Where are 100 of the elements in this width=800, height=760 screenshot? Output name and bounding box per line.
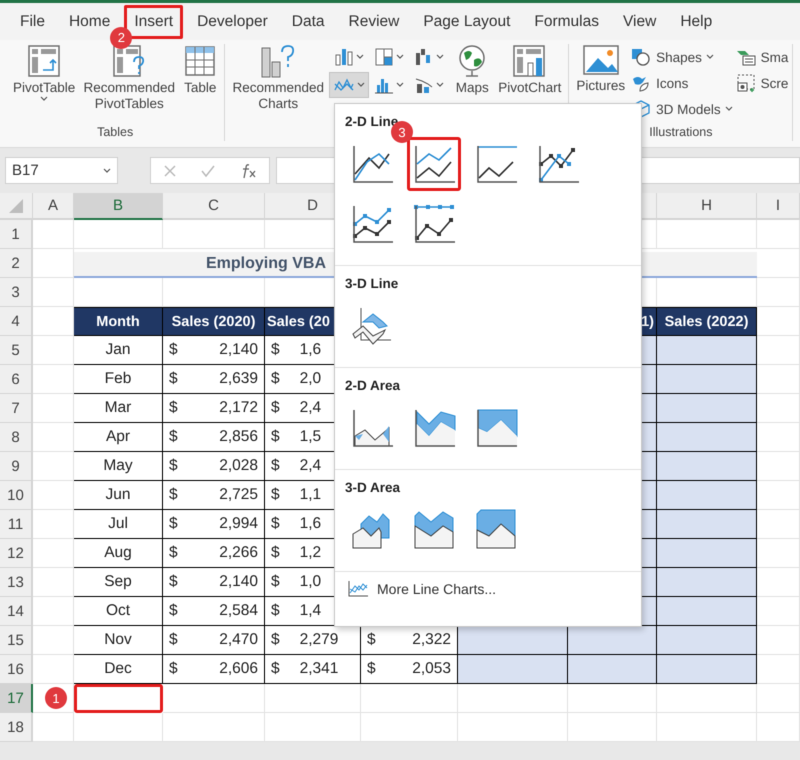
picture-icon: [582, 44, 620, 76]
table-cell: $ 2,140: [163, 336, 265, 365]
row-header[interactable]: 17: [0, 684, 33, 713]
table-cell: $ 2,606: [163, 655, 265, 684]
line-chart-icon: [411, 202, 457, 246]
column-header[interactable]: B: [74, 193, 163, 220]
row-header[interactable]: 1: [0, 220, 33, 249]
table-cell: $ 2,172: [163, 394, 265, 423]
ribbon-tab[interactable]: Page Layout: [413, 4, 520, 38]
select-all-icon[interactable]: [8, 198, 24, 214]
ribbon-tab[interactable]: Help: [670, 4, 722, 38]
row-header[interactable]: 11: [0, 510, 33, 539]
row-header[interactable]: 15: [0, 626, 33, 655]
column-header[interactable]: H: [657, 193, 757, 220]
table-cell: Aug: [74, 539, 163, 568]
grid-cell[interactable]: [657, 713, 757, 742]
table-cell: $ 2,266: [163, 539, 265, 568]
table-cell: Feb: [74, 365, 163, 394]
table-cell: $ 2,470: [163, 626, 265, 655]
table-cell: Nov: [74, 626, 163, 655]
cancel-icon[interactable]: [162, 164, 177, 178]
table-cell: $ 2,584: [163, 597, 265, 626]
chart-option[interactable]: [407, 137, 461, 191]
table-cell: Jul: [74, 510, 163, 539]
pivot-table-icon: [27, 44, 62, 78]
pivot-table-help-icon: [112, 44, 146, 78]
row-header[interactable]: 13: [0, 568, 33, 597]
grid-cell[interactable]: [74, 713, 163, 742]
ribbon-tab[interactable]: File: [10, 4, 55, 38]
row-header[interactable]: 18: [0, 713, 33, 742]
table-cell: Sep: [74, 568, 163, 597]
row-header[interactable]: 4: [0, 307, 33, 336]
ribbon-button[interactable]: Maps: [451, 44, 494, 125]
ribbon-button[interactable]: Icons: [630, 72, 733, 94]
ribbon-tab[interactable]: Data: [282, 4, 335, 38]
ribbon-button[interactable]: Sma: [734, 46, 788, 68]
grid-cell[interactable]: [458, 713, 568, 742]
column-heading: Sales (2020): [163, 307, 265, 336]
column-header[interactable]: A: [33, 193, 74, 220]
ribbon-button[interactable]: Recommended Charts: [229, 44, 328, 125]
step-badge: 1: [45, 687, 67, 709]
grid-cell[interactable]: [33, 713, 74, 742]
ribbon-button[interactable]: PivotChart: [495, 44, 564, 125]
table-cell: $ 2,639: [163, 365, 265, 394]
ribbon-tab[interactable]: Developer: [187, 4, 278, 38]
ribbon-button[interactable]: Table: [180, 44, 220, 125]
step-badge: 2: [110, 26, 132, 48]
row-header[interactable]: 16: [0, 655, 33, 684]
ribbon-button[interactable]: Shapes: [630, 46, 733, 68]
grid-cell[interactable]: 1: [33, 684, 74, 713]
row-header[interactable]: 8: [0, 423, 33, 452]
pivot-chart-icon: [512, 44, 548, 78]
caret-icon: [103, 168, 111, 174]
row-header[interactable]: 14: [0, 597, 33, 626]
column-chart-icon: [334, 47, 354, 67]
check-icon[interactable]: [200, 164, 216, 178]
table-cell: Mar: [74, 394, 163, 423]
screenshot-icon: [734, 73, 757, 93]
table-cell: Apr: [74, 423, 163, 452]
selected-cell[interactable]: [74, 684, 163, 713]
table-cell: $ 2,341: [265, 655, 361, 684]
name-box[interactable]: B17: [5, 157, 118, 184]
column-heading: Month: [74, 307, 163, 336]
table-cell: Dec: [74, 655, 163, 684]
table-cell: $ 2,279: [265, 626, 361, 655]
caret-icon: [436, 54, 444, 60]
shapes-icon: [630, 47, 652, 67]
ribbon-tab[interactable]: View: [613, 4, 666, 38]
grid-cell[interactable]: [265, 713, 361, 742]
table-cell: May: [74, 452, 163, 481]
ribbon-button[interactable]: Scre: [734, 72, 788, 94]
grid-cell[interactable]: [757, 713, 800, 742]
row-header[interactable]: 6: [0, 365, 33, 394]
column-header[interactable]: I: [757, 193, 800, 220]
column-heading: Sales (2022): [657, 307, 757, 336]
table-cell: $ 2,725: [163, 481, 265, 510]
row-header[interactable]: 7: [0, 394, 33, 423]
grid-cell[interactable]: [361, 713, 458, 742]
row-header[interactable]: 3: [0, 278, 33, 307]
ribbon-tab[interactable]: Formulas: [524, 4, 609, 38]
grid-cell[interactable]: [568, 713, 657, 742]
ribbon-button[interactable]: PivotTable: [10, 44, 78, 125]
table-cell: $ 2,028: [163, 452, 265, 481]
group-label: Tables: [96, 125, 134, 141]
column-header[interactable]: C: [163, 193, 265, 220]
row-header[interactable]: 9: [0, 452, 33, 481]
ribbon-button[interactable]: Pictures: [573, 44, 628, 125]
section-title: 3-D Line: [345, 276, 400, 291]
row-header[interactable]: 12: [0, 539, 33, 568]
caret-icon: [357, 82, 366, 88]
table-icon: [183, 44, 218, 78]
table-cell: $ 2,322: [361, 626, 458, 655]
caret-icon: [356, 54, 364, 60]
table-cell: $ 2,856: [163, 423, 265, 452]
row-header[interactable]: 5: [0, 336, 33, 365]
grid-cell[interactable]: [163, 713, 265, 742]
row-header[interactable]: 2: [0, 249, 33, 278]
line-chart-icon: [347, 580, 369, 598]
ribbon-tab[interactable]: Review: [338, 4, 410, 38]
row-header[interactable]: 10: [0, 481, 33, 510]
